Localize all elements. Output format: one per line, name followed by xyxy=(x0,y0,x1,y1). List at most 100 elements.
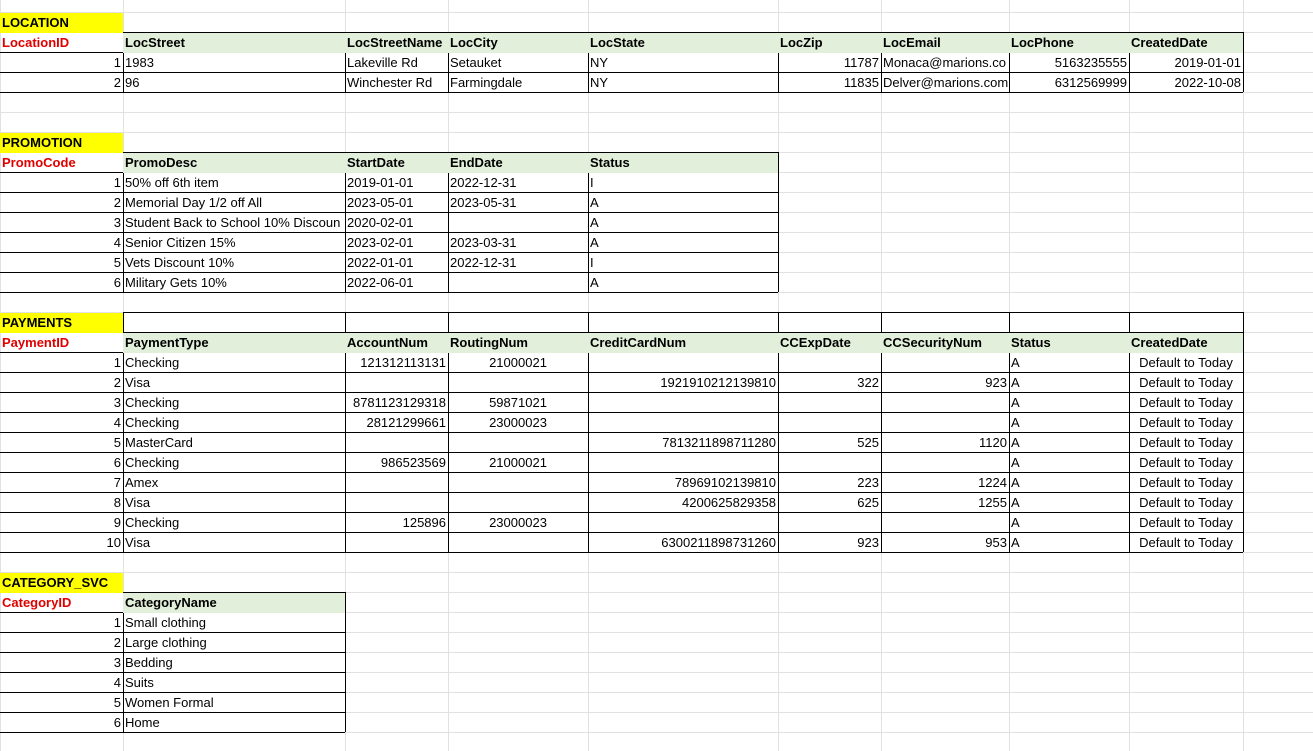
payments-cell[interactable] xyxy=(588,393,778,413)
payments-cell[interactable] xyxy=(588,353,778,373)
payments-cell[interactable]: Default to Today xyxy=(1129,433,1243,453)
location-cell[interactable]: Setauket xyxy=(448,53,588,73)
payments-cell[interactable] xyxy=(881,353,1009,373)
category-cell[interactable]: 5 xyxy=(0,693,123,713)
location-header-locstreet[interactable]: LocStreet xyxy=(123,33,345,53)
payments-cell[interactable] xyxy=(778,413,881,433)
category-cell[interactable]: 4 xyxy=(0,673,123,693)
payments-cell[interactable]: 625 xyxy=(778,493,881,513)
promotion-header-status[interactable]: Status xyxy=(588,153,778,173)
payments-cell[interactable]: 5 xyxy=(0,433,123,453)
payments-cell[interactable]: 28121299661 xyxy=(345,413,448,433)
payments-cell[interactable]: Default to Today xyxy=(1129,533,1243,553)
promotion-cell[interactable]: 2022-12-31 xyxy=(448,173,588,193)
payments-cell[interactable]: 1 xyxy=(0,353,123,373)
payments-cell[interactable]: Visa xyxy=(123,373,345,393)
payments-cell[interactable]: A xyxy=(1009,473,1129,493)
payments-cell[interactable]: 4 xyxy=(0,413,123,433)
payments-cell[interactable]: A xyxy=(1009,353,1129,373)
promotion-cell[interactable]: 4 xyxy=(0,233,123,253)
payments-cell[interactable]: 6 xyxy=(0,453,123,473)
location-cell[interactable]: 6312569999 xyxy=(1009,73,1129,93)
location-cell[interactable]: NY xyxy=(588,73,778,93)
payments-cell[interactable]: A xyxy=(1009,533,1129,553)
payments-cell[interactable]: Default to Today xyxy=(1129,413,1243,433)
payments-cell[interactable]: 322 xyxy=(778,373,881,393)
location-cell[interactable]: Lakeville Rd xyxy=(345,53,448,73)
location-cell[interactable]: 96 xyxy=(123,73,345,93)
payments-cell[interactable]: 6300211898731260 xyxy=(588,533,778,553)
payments-cell[interactable]: 1255 xyxy=(881,493,1009,513)
payments-cell[interactable]: Default to Today xyxy=(1129,513,1243,533)
payments-cell[interactable]: Default to Today xyxy=(1129,473,1243,493)
payments-header-creditcardnum[interactable]: CreditCardNum xyxy=(588,333,778,353)
location-cell[interactable]: 1 xyxy=(0,53,123,73)
category-cell[interactable]: Women Formal xyxy=(123,693,345,713)
promotion-cell[interactable]: 6 xyxy=(0,273,123,293)
payments-cell[interactable]: A xyxy=(1009,373,1129,393)
promotion-cell[interactable]: 50% off 6th item xyxy=(123,173,345,193)
payments-cell[interactable]: A xyxy=(1009,433,1129,453)
location-cell[interactable]: Winchester Rd xyxy=(345,73,448,93)
payments-cell[interactable]: Default to Today xyxy=(1129,373,1243,393)
promotion-cell[interactable]: 2019-01-01 xyxy=(345,173,448,193)
payments-cell[interactable]: 2 xyxy=(0,373,123,393)
location-cell[interactable]: 2022-10-08 xyxy=(1129,73,1243,93)
promotion-cell[interactable]: I xyxy=(588,253,778,273)
payments-cell[interactable] xyxy=(345,533,448,553)
category-header-categoryname[interactable]: CategoryName xyxy=(123,593,345,613)
payments-cell[interactable]: A xyxy=(1009,413,1129,433)
payments-header-accountnum[interactable]: AccountNum xyxy=(345,333,448,353)
payments-cell[interactable] xyxy=(588,413,778,433)
promotion-cell[interactable]: 3 xyxy=(0,213,123,233)
payments-cell[interactable]: 78969102139810 xyxy=(588,473,778,493)
payments-cell[interactable] xyxy=(881,453,1009,473)
payments-cell[interactable] xyxy=(448,433,588,453)
payments-cell[interactable] xyxy=(448,473,588,493)
category-cell[interactable]: Home xyxy=(123,713,345,733)
payments-cell[interactable]: 8781123129318 xyxy=(345,393,448,413)
payments-header-createddate[interactable]: CreatedDate xyxy=(1129,333,1243,353)
payments-cell[interactable] xyxy=(345,433,448,453)
payments-cell[interactable] xyxy=(345,473,448,493)
promotion-cell[interactable]: 2022-12-31 xyxy=(448,253,588,273)
promotion-cell[interactable]: 2023-02-01 xyxy=(345,233,448,253)
payments-cell[interactable]: Visa xyxy=(123,493,345,513)
location-cell[interactable]: 1983 xyxy=(123,53,345,73)
category-cell[interactable]: 6 xyxy=(0,713,123,733)
payments-cell[interactable]: 125896 xyxy=(345,513,448,533)
payments-cell[interactable]: Checking xyxy=(123,413,345,433)
payments-cell[interactable]: Checking xyxy=(123,353,345,373)
payments-cell[interactable]: 953 xyxy=(881,533,1009,553)
location-cell[interactable]: 2 xyxy=(0,73,123,93)
category-cell[interactable]: Large clothing xyxy=(123,633,345,653)
promotion-header-startdate[interactable]: StartDate xyxy=(345,153,448,173)
promotion-cell[interactable]: Senior Citizen 15% xyxy=(123,233,345,253)
payments-cell[interactable]: 21000021 xyxy=(448,453,588,473)
payments-cell[interactable]: Checking xyxy=(123,393,345,413)
payments-cell[interactable]: 8 xyxy=(0,493,123,513)
category-cell[interactable]: 2 xyxy=(0,633,123,653)
location-cell[interactable]: NY xyxy=(588,53,778,73)
payments-cell[interactable]: 986523569 xyxy=(345,453,448,473)
payments-cell[interactable]: 223 xyxy=(778,473,881,493)
location-header-locemail[interactable]: LocEmail xyxy=(881,33,1009,53)
promotion-cell[interactable]: 2023-05-01 xyxy=(345,193,448,213)
category-cell[interactable]: Small clothing xyxy=(123,613,345,633)
location-header-locstreetname[interactable]: LocStreetName xyxy=(345,33,448,53)
payments-cell[interactable]: 7813211898711280 xyxy=(588,433,778,453)
promotion-cell[interactable]: A xyxy=(588,233,778,253)
location-cell[interactable]: Delver@marions.com xyxy=(881,73,1009,93)
payments-cell[interactable]: 923 xyxy=(881,373,1009,393)
payments-cell[interactable]: MasterCard xyxy=(123,433,345,453)
payments-cell[interactable]: 121312113131 xyxy=(345,353,448,373)
payments-cell[interactable]: Visa xyxy=(123,533,345,553)
payments-cell[interactable]: 21000021 xyxy=(448,353,588,373)
payments-cell[interactable] xyxy=(881,513,1009,533)
promotion-cell[interactable]: 2 xyxy=(0,193,123,213)
payments-cell[interactable] xyxy=(448,373,588,393)
promotion-cell[interactable]: Military Gets 10% xyxy=(123,273,345,293)
payments-cell[interactable]: Default to Today xyxy=(1129,353,1243,373)
payments-cell[interactable] xyxy=(588,453,778,473)
promotion-cell[interactable]: 2023-05-31 xyxy=(448,193,588,213)
